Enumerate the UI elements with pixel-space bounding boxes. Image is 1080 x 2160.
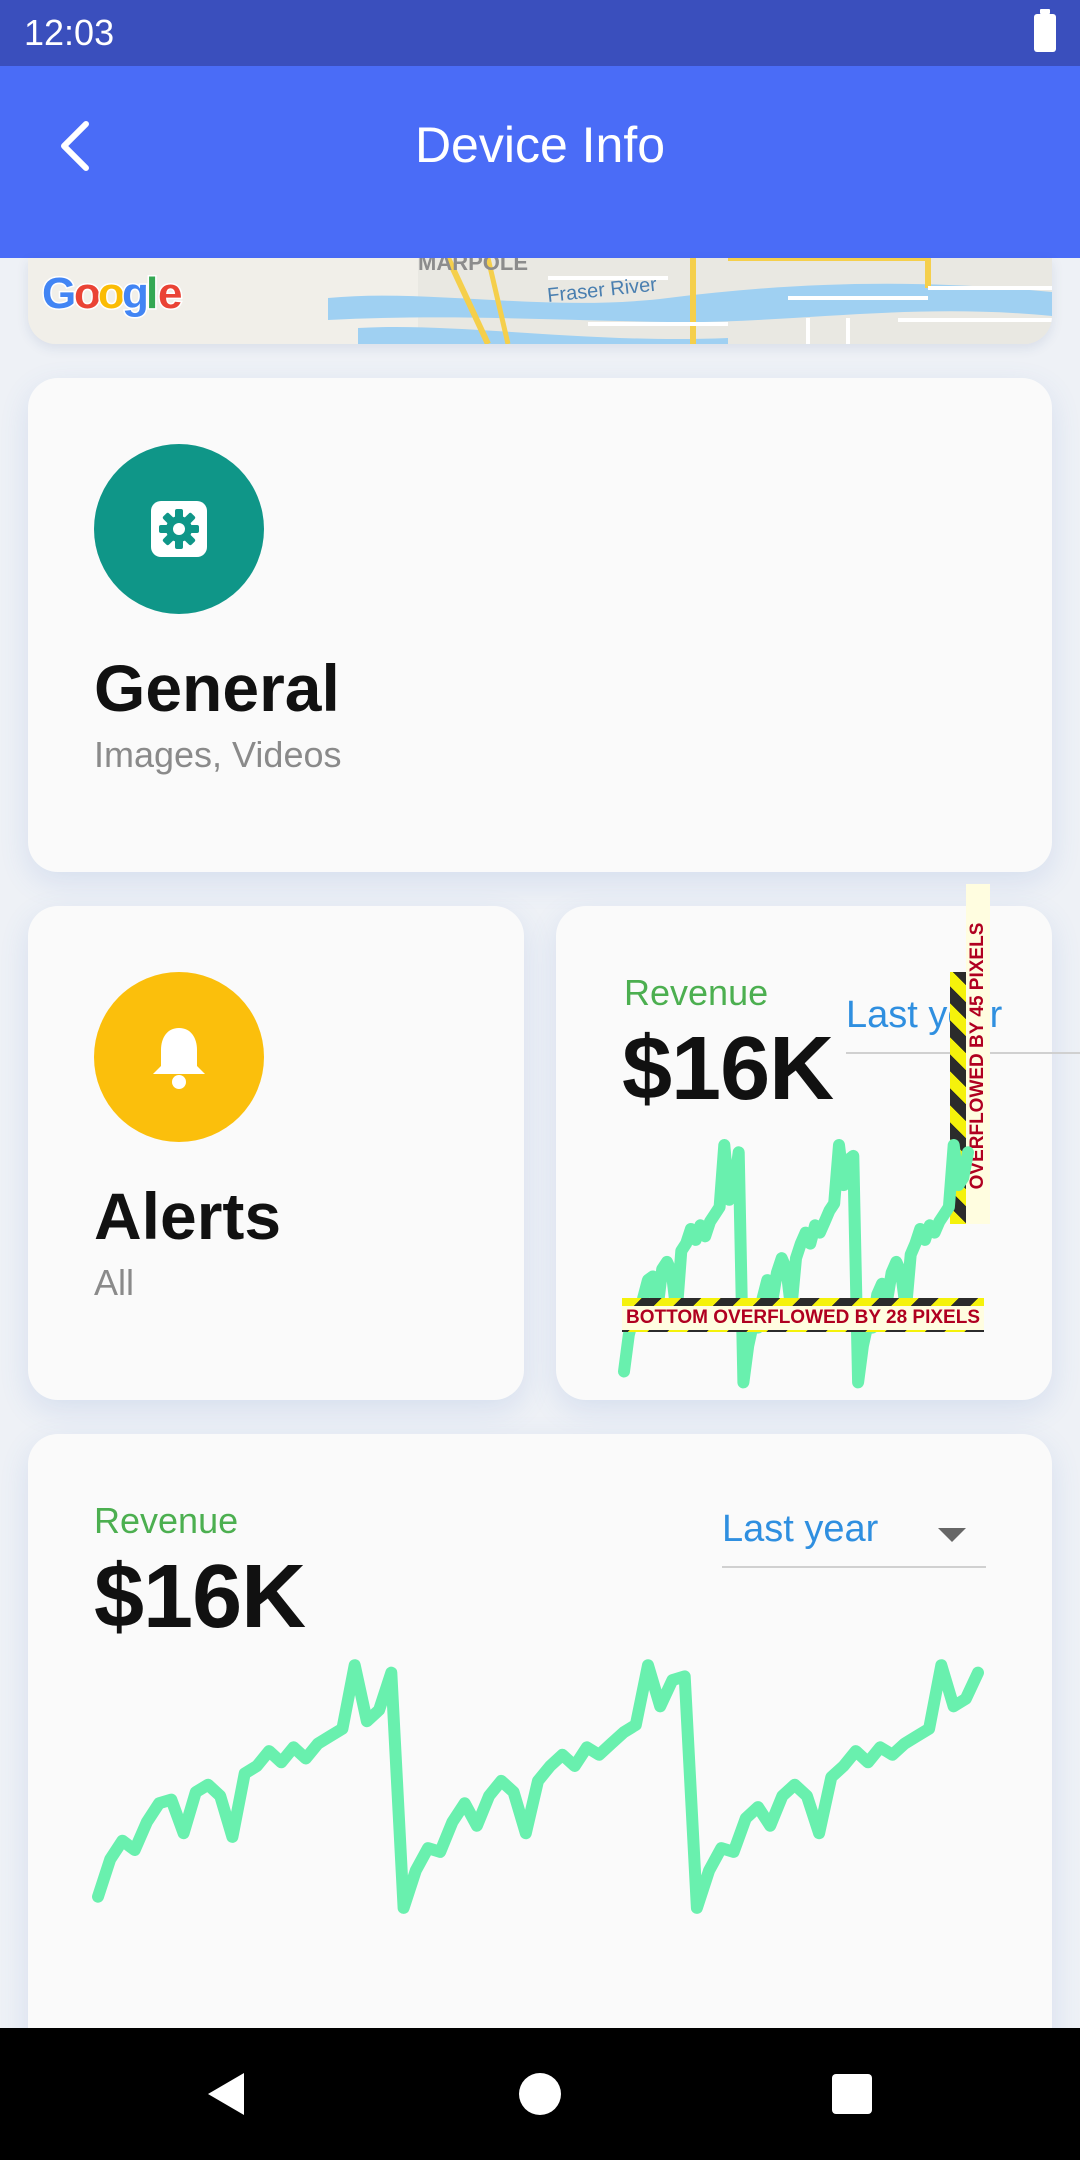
revenue-series-line <box>618 1139 974 1389</box>
revenue-label: Revenue <box>94 1500 239 1541</box>
status-time: 12:03 <box>24 12 115 53</box>
nav-recents-button[interactable] <box>822 2064 882 2124</box>
bell-icon <box>153 1028 205 1089</box>
revenue-line-chart-large <box>92 1659 984 1914</box>
app-bar: Device Info <box>0 66 1080 258</box>
alerts-title: Alerts <box>94 1179 282 1253</box>
revenue-value: $16K <box>622 1019 834 1119</box>
overflow-label-bottom: BOTTOM OVERFLOWED BY 28 PIXELS <box>622 1306 984 1330</box>
status-bar: 12:03 <box>0 0 1080 66</box>
svg-text:e: e <box>158 269 182 318</box>
back-triangle-icon <box>208 2073 244 2115</box>
recents-square-icon <box>832 2074 872 2114</box>
system-nav-bar <box>0 2028 1080 2160</box>
nav-back-button[interactable] <box>196 2064 256 2124</box>
map-label-marpole: MARPOLE <box>418 258 528 275</box>
google-logo: G o o g l e <box>41 268 184 320</box>
revenue-value: $16K <box>94 1547 306 1647</box>
map-card[interactable]: MARPOLE Fraser River G o o g l e <box>28 258 1052 344</box>
alerts-icon-circle <box>94 972 264 1142</box>
revenue-card-small[interactable]: Revenue $16K Last year OVERFLOWED BY 45 … <box>556 884 1080 1400</box>
general-icon-circle <box>94 444 264 614</box>
svg-text:o: o <box>74 269 101 318</box>
general-card[interactable]: General Images, Videos <box>28 378 1052 872</box>
general-subtitle: Images, Videos <box>94 734 342 775</box>
svg-text:G: G <box>42 269 76 318</box>
revenue-label: Revenue <box>624 972 769 1013</box>
period-dropdown-value: Last year <box>722 1508 879 1550</box>
alerts-card[interactable]: Alerts All <box>28 906 524 1400</box>
svg-text:l: l <box>146 269 158 318</box>
page-title: Device Info <box>414 117 666 173</box>
gear-icon <box>151 501 207 557</box>
general-title: General <box>94 651 340 725</box>
svg-text:o: o <box>98 269 125 318</box>
revenue-card-large[interactable]: Revenue $16K Last year <box>28 1434 1052 2054</box>
svg-text:g: g <box>122 269 149 318</box>
revenue-series-line <box>92 1659 984 1914</box>
map-view[interactable]: MARPOLE Fraser River G o o g l e <box>28 258 1052 344</box>
revenue-line-chart-small <box>618 1139 974 1389</box>
alerts-subtitle: All <box>94 1262 135 1303</box>
battery-icon <box>1034 9 1056 52</box>
period-dropdown[interactable]: Last year <box>722 1500 986 1568</box>
chevron-down-icon <box>938 1528 966 1542</box>
nav-home-button[interactable] <box>510 2064 570 2124</box>
home-circle-icon <box>519 2073 561 2115</box>
